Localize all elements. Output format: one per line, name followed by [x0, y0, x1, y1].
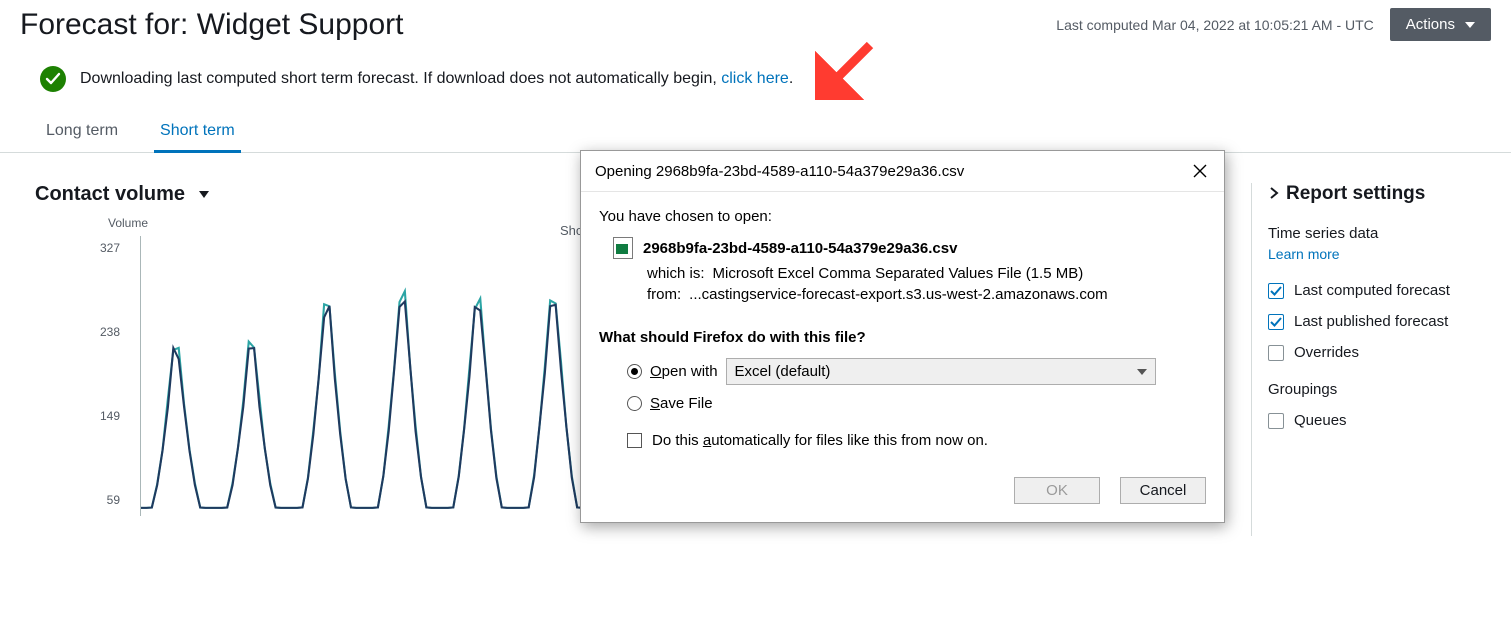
open-with-label: Open with [650, 363, 718, 380]
dialog-question: What should Firefox do with this file? [599, 329, 1206, 346]
download-notification: Downloading last computed short term for… [0, 42, 1511, 102]
y-tick: 149 [80, 409, 120, 423]
caret-down-icon [199, 191, 209, 198]
cancel-button[interactable]: Cancel [1120, 477, 1206, 504]
checkbox-label: Last computed forecast [1294, 282, 1450, 299]
which-is-value: Microsoft Excel Comma Separated Values F… [713, 265, 1084, 282]
notification-text: Downloading last computed short term for… [80, 70, 793, 88]
ok-button[interactable]: OK [1014, 477, 1100, 504]
open-with-selected: Excel (default) [735, 363, 831, 380]
tab-bar: Long term Short term [0, 102, 1511, 153]
page-title: Forecast for: Widget Support [20, 8, 1056, 42]
dialog-filename: 2968b9fa-23bd-4589-a110-54a379e29a36.csv [643, 240, 957, 257]
actions-button[interactable]: Actions [1390, 8, 1491, 41]
time-series-title: Time series data [1268, 225, 1491, 242]
from-value: ...castingservice-forecast-export.s3.us-… [689, 286, 1107, 303]
notification-text-pre: Downloading last computed short term for… [80, 70, 721, 87]
report-settings-label: Report settings [1286, 183, 1425, 205]
radio-save-file[interactable]: Save File [627, 395, 1206, 412]
checkbox-icon [1268, 345, 1284, 361]
radio-icon [627, 396, 642, 411]
dialog-chosen-text: You have chosen to open: [599, 208, 1206, 225]
tab-long-term[interactable]: Long term [40, 122, 124, 152]
excel-file-icon [613, 237, 633, 259]
checkbox-label: Last published forecast [1294, 313, 1448, 330]
tab-short-term[interactable]: Short term [154, 122, 241, 153]
chevron-right-icon [1268, 183, 1280, 205]
checkbox-last-computed[interactable]: Last computed forecast [1268, 282, 1491, 299]
auto-label: Do this automatically for files like thi… [652, 432, 988, 449]
dialog-title-text: Opening 2968b9fa-23bd-4589-a110-54a379e2… [595, 163, 964, 180]
caret-down-icon [1137, 369, 1147, 375]
checkbox-do-automatically[interactable]: Do this automatically for files like thi… [627, 432, 1206, 449]
checkbox-icon [1268, 413, 1284, 429]
y-tick: 327 [80, 241, 120, 255]
checkbox-overrides[interactable]: Overrides [1268, 344, 1491, 361]
checkbox-last-published[interactable]: Last published forecast [1268, 313, 1491, 330]
checkbox-icon [1268, 314, 1284, 330]
actions-button-label: Actions [1406, 16, 1455, 33]
dialog-close-button[interactable] [1186, 157, 1214, 185]
chart-title: Contact volume [35, 183, 185, 206]
open-with-select[interactable]: Excel (default) [726, 358, 1156, 385]
checkbox-label: Overrides [1294, 344, 1359, 361]
caret-down-icon [1465, 22, 1475, 28]
y-tick: 238 [80, 325, 120, 339]
checkbox-icon [627, 433, 642, 448]
checkbox-icon [1268, 283, 1284, 299]
radio-icon [627, 364, 642, 379]
click-here-link[interactable]: click here [721, 70, 789, 87]
learn-more-link[interactable]: Learn more [1268, 246, 1340, 262]
notification-text-post: . [789, 70, 793, 87]
download-dialog: Opening 2968b9fa-23bd-4589-a110-54a379e2… [580, 150, 1225, 523]
save-file-label: Save File [650, 395, 713, 412]
radio-open-with[interactable]: Open with Excel (default) [627, 358, 1206, 385]
checkbox-label: Queues [1294, 412, 1347, 429]
report-settings-header[interactable]: Report settings [1268, 183, 1491, 205]
from-label: from: [647, 286, 681, 303]
last-computed-text: Last computed Mar 04, 2022 at 10:05:21 A… [1056, 17, 1374, 33]
success-check-icon [40, 66, 66, 92]
groupings-title: Groupings [1268, 381, 1491, 398]
checkbox-queues[interactable]: Queues [1268, 412, 1491, 429]
y-tick: 59 [80, 493, 120, 507]
close-icon [1193, 164, 1207, 178]
which-is-label: which is: [647, 265, 705, 282]
